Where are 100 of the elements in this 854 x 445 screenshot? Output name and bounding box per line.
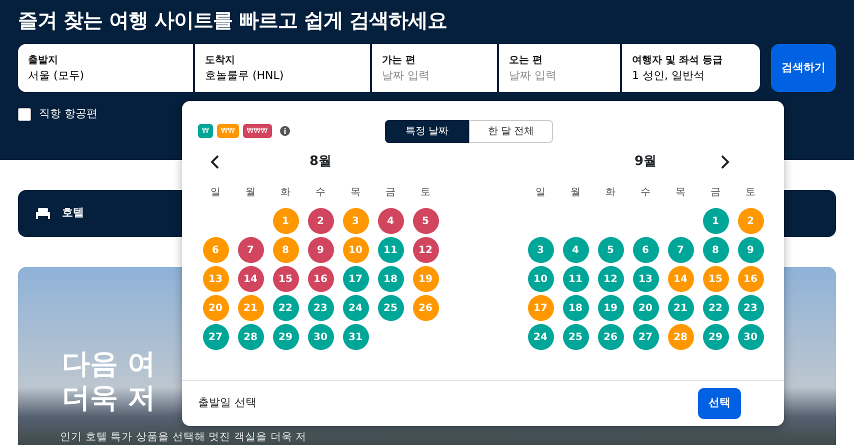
calendar-day[interactable]: 11: [378, 237, 404, 263]
calendar-day[interactable]: 24: [528, 324, 554, 350]
calendar-day[interactable]: 29: [702, 324, 728, 350]
calendar-day[interactable]: 19: [598, 295, 624, 321]
calendar-day[interactable]: 17: [528, 295, 554, 321]
hero-subtitle: 인기 호텔 특가 상품을 선택해 멋진 객실을 더욱 저: [60, 430, 307, 445]
weekday-label: 목: [674, 186, 686, 200]
calendar-day[interactable]: 7: [238, 237, 264, 263]
calendar-day[interactable]: 12: [412, 237, 438, 263]
calendar-day[interactable]: 25: [562, 324, 588, 350]
weekday-label: 월: [570, 186, 582, 200]
weekday-label: 화: [604, 186, 616, 200]
mode-tab[interactable]: 한 달 전체: [469, 120, 553, 142]
calendar-day[interactable]: 7: [668, 237, 694, 263]
calendar-day[interactable]: 16: [738, 266, 764, 292]
calendar-day[interactable]: 14: [668, 266, 694, 292]
calendar-day[interactable]: 22: [702, 295, 728, 321]
calendar-day[interactable]: 6: [632, 237, 658, 263]
calendar-day[interactable]: 15: [702, 266, 728, 292]
calendar-day[interactable]: 19: [412, 266, 438, 292]
calendar-day[interactable]: 25: [378, 295, 404, 321]
select-button[interactable]: 선택: [698, 388, 741, 419]
calendar-day[interactable]: 2: [308, 208, 334, 234]
calendar-day[interactable]: 9: [738, 237, 764, 263]
bed-icon: [36, 208, 50, 219]
checkbox-label: 직항 항공편: [39, 106, 98, 122]
field-label: 출발지: [28, 54, 59, 68]
calendar-day[interactable]: 14: [238, 266, 264, 292]
weekday-label: 토: [420, 186, 432, 200]
calendar-day[interactable]: 20: [632, 295, 658, 321]
search-field[interactable]: 오는 편 날짜 입력: [499, 44, 620, 92]
input-field[interactable]: 날짜 입력: [382, 68, 487, 82]
calendar-day[interactable]: 12: [598, 266, 624, 292]
weekday-label: 월: [244, 186, 256, 200]
calendar-day[interactable]: 13: [632, 266, 658, 292]
page-title: 즐겨 찾는 여행 사이트를 빠르고 쉽게 검색하세요: [18, 8, 448, 32]
calendar-day[interactable]: 16: [308, 266, 334, 292]
calendar-day[interactable]: 3: [528, 237, 554, 263]
calendar-day[interactable]: 22: [272, 295, 298, 321]
calendar-day[interactable]: 24: [342, 295, 368, 321]
calendar-day[interactable]: 15: [272, 266, 298, 292]
calendar-day[interactable]: 9: [308, 237, 334, 263]
calendar-day[interactable]: 23: [308, 295, 334, 321]
weekday-label: 목: [350, 186, 362, 200]
calendar-day[interactable]: 17: [342, 266, 368, 292]
calendar-day[interactable]: 26: [412, 295, 438, 321]
search-field[interactable]: 도착지 호놀룰루 (HNL): [195, 44, 370, 92]
tab-label: 호텔: [62, 205, 84, 222]
calendar-day[interactable]: 31: [342, 324, 368, 350]
calendar-day[interactable]: 29: [272, 324, 298, 350]
calendar-day[interactable]: 6: [202, 237, 228, 263]
input-field[interactable]: 호놀룰루 (HNL): [205, 68, 360, 82]
calendar-day[interactable]: 8: [702, 237, 728, 263]
search-field[interactable]: 가는 편 날짜 입력: [372, 44, 497, 92]
search-button[interactable]: 검색하기: [771, 44, 836, 92]
calendar-day[interactable]: 23: [738, 295, 764, 321]
mode-tab[interactable]: 특정 날짜: [385, 120, 469, 142]
calendar-day[interactable]: 11: [562, 266, 588, 292]
calendar-day[interactable]: 30: [738, 324, 764, 350]
calendar-day[interactable]: 2: [738, 208, 764, 234]
info-icon[interactable]: [280, 126, 290, 136]
calendar-day[interactable]: 18: [378, 266, 404, 292]
calendar-day[interactable]: 10: [342, 237, 368, 263]
field-label: 도착지: [205, 54, 236, 68]
weekday-label: 금: [710, 186, 722, 200]
calendar-day[interactable]: 1: [272, 208, 298, 234]
calendar-day[interactable]: 26: [598, 324, 624, 350]
calendar-day[interactable]: 10: [528, 266, 554, 292]
calendar-day[interactable]: 27: [202, 324, 228, 350]
hero-title: 다음 여: [62, 347, 156, 381]
calendar-day[interactable]: 13: [202, 266, 228, 292]
hero-title: 더욱 저: [62, 381, 156, 415]
calendar-day[interactable]: 8: [272, 237, 298, 263]
calendar-day[interactable]: 21: [668, 295, 694, 321]
calendar-day[interactable]: 30: [308, 324, 334, 350]
search-field[interactable]: 여행자 및 좌석 등급 1 성인, 일반석: [622, 44, 760, 92]
field-label: 오는 편: [509, 54, 544, 68]
calendar-day[interactable]: 4: [562, 237, 588, 263]
calendar-day[interactable]: 18: [562, 295, 588, 321]
weekday-label: 수: [314, 186, 326, 200]
footer-hint: 출발일 선택: [198, 395, 256, 412]
weekday-label: 금: [384, 186, 396, 200]
weekday-label: 일: [210, 186, 222, 200]
search-field[interactable]: 출발지 서울 (모두): [18, 44, 193, 92]
calendar-day[interactable]: 5: [412, 208, 438, 234]
calendar-day[interactable]: 20: [202, 295, 228, 321]
month-title: 8월: [309, 154, 332, 169]
calendar-day[interactable]: 21: [238, 295, 264, 321]
calendar-day[interactable]: 1: [702, 208, 728, 234]
input-field[interactable]: 날짜 입력: [509, 68, 610, 82]
input-field[interactable]: 서울 (모두): [28, 68, 183, 82]
input-field[interactable]: 1 성인, 일반석: [632, 68, 750, 82]
weekday-label: 일: [534, 186, 546, 200]
direct-flights-checkbox[interactable]: [18, 108, 31, 121]
calendar-day[interactable]: 28: [238, 324, 264, 350]
calendar-day[interactable]: 4: [378, 208, 404, 234]
calendar-day[interactable]: 27: [632, 324, 658, 350]
calendar-day[interactable]: 28: [668, 324, 694, 350]
calendar-day[interactable]: 3: [342, 208, 368, 234]
calendar-day[interactable]: 5: [598, 237, 624, 263]
